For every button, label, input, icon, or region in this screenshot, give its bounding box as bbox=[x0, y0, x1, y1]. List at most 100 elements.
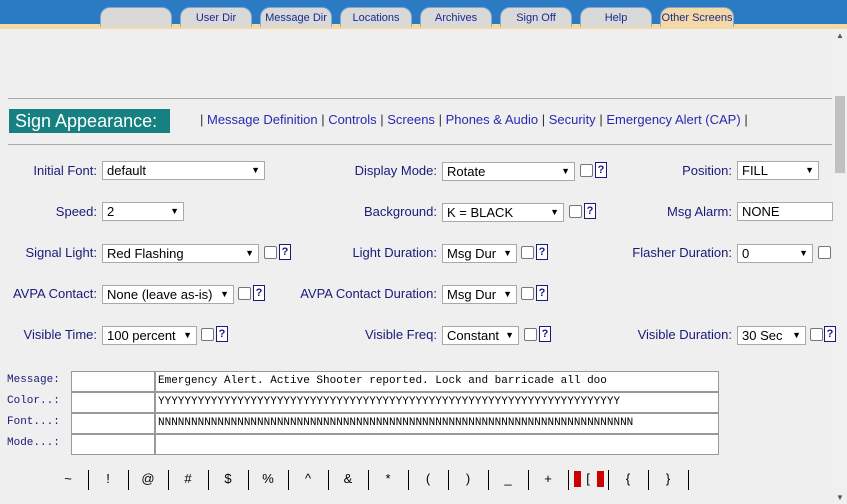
background-value: K = BLACK bbox=[447, 205, 514, 220]
avpa-contact-duration-value: Msg Dur bbox=[447, 287, 497, 302]
nav-message-definition[interactable]: Message Definition bbox=[207, 112, 318, 127]
tab-archives[interactable]: Archives bbox=[420, 7, 492, 27]
light-duration-help-icon[interactable]: ? bbox=[536, 244, 548, 260]
symbol-asterisk-button[interactable]: * bbox=[368, 468, 408, 490]
display-mode-label: Display Mode: bbox=[354, 163, 437, 178]
display-mode-select[interactable]: Rotate ▼ bbox=[442, 162, 575, 181]
tab-other-screens[interactable]: Other Screens bbox=[660, 7, 734, 27]
chevron-down-icon: ▼ bbox=[183, 330, 192, 340]
light-duration-checkbox[interactable] bbox=[521, 246, 534, 259]
chevron-down-icon: ▼ bbox=[170, 206, 179, 216]
background-checkbox[interactable] bbox=[569, 205, 582, 218]
symbol-dollar-button[interactable]: $ bbox=[208, 468, 248, 490]
chevron-down-icon: ▼ bbox=[251, 165, 260, 175]
avpa-contact-help-icon[interactable]: ? bbox=[253, 285, 265, 301]
signal-light-checkbox[interactable] bbox=[264, 246, 277, 259]
avpa-contact-duration-help-icon[interactable]: ? bbox=[536, 285, 548, 301]
chevron-down-icon: ▼ bbox=[550, 207, 559, 217]
symbol-lbrace-button[interactable]: { bbox=[608, 468, 648, 490]
avpa-contact-duration-checkbox[interactable] bbox=[521, 287, 534, 300]
avpa-contact-duration-label: AVPA Contact Duration: bbox=[300, 286, 437, 301]
flasher-duration-checkbox[interactable] bbox=[818, 246, 831, 259]
message-prefix-cell[interactable] bbox=[71, 371, 155, 392]
initial-font-label: Initial Font: bbox=[33, 163, 97, 178]
avpa-contact-duration-select[interactable]: Msg Dur ▼ bbox=[442, 285, 517, 304]
msg-alarm-value: NONE bbox=[742, 204, 780, 219]
visible-time-select[interactable]: 100 percent ▼ bbox=[102, 326, 197, 345]
signal-light-help-icon[interactable]: ? bbox=[279, 244, 291, 260]
color-label: Color..: bbox=[7, 395, 60, 407]
symbol-hash-button[interactable]: # bbox=[168, 468, 208, 490]
visible-duration-checkbox[interactable] bbox=[810, 328, 823, 341]
scroll-up-icon[interactable]: ▲ bbox=[836, 31, 844, 40]
message-text-input[interactable]: Emergency Alert. Active Shooter reported… bbox=[155, 371, 719, 392]
nav-phones-audio[interactable]: Phones & Audio bbox=[446, 112, 539, 127]
chevron-down-icon: ▼ bbox=[561, 166, 570, 176]
symbol-ampersand-button[interactable]: & bbox=[328, 468, 368, 490]
mode-text-input[interactable] bbox=[155, 434, 719, 455]
tab-blank[interactable] bbox=[100, 7, 172, 27]
visible-freq-help-icon[interactable]: ? bbox=[539, 326, 551, 342]
avpa-contact-label: AVPA Contact: bbox=[12, 286, 97, 301]
position-value: FILL bbox=[742, 163, 769, 178]
background-select[interactable]: K = BLACK ▼ bbox=[442, 203, 564, 222]
section-title: Sign Appearance: bbox=[9, 109, 170, 133]
chevron-down-icon: ▼ bbox=[792, 330, 801, 340]
symbol-rparen-button[interactable]: ) bbox=[448, 468, 488, 490]
avpa-contact-select[interactable]: None (leave as-is) ▼ bbox=[102, 285, 234, 304]
visible-duration-label: Visible Duration: bbox=[637, 327, 732, 342]
symbol-divider bbox=[688, 470, 689, 490]
nav-security[interactable]: Security bbox=[549, 112, 596, 127]
visible-freq-select[interactable]: Constant ▼ bbox=[442, 326, 519, 345]
nav-screens[interactable]: Screens bbox=[387, 112, 435, 127]
avpa-contact-value: None (leave as-is) bbox=[107, 287, 213, 302]
avpa-contact-checkbox[interactable] bbox=[238, 287, 251, 300]
tab-message-dir[interactable]: Message Dir bbox=[260, 7, 332, 27]
flasher-duration-select[interactable]: 0 ▼ bbox=[737, 244, 813, 263]
display-mode-help-icon[interactable]: ? bbox=[595, 162, 607, 178]
symbol-underscore-button[interactable]: _ bbox=[488, 468, 528, 490]
chevron-down-icon: ▼ bbox=[503, 248, 512, 258]
nav-controls[interactable]: Controls bbox=[328, 112, 376, 127]
symbol-percent-button[interactable]: % bbox=[248, 468, 288, 490]
display-mode-checkbox[interactable] bbox=[580, 164, 593, 177]
scroll-thumb[interactable] bbox=[835, 96, 845, 173]
vertical-scrollbar[interactable]: ▲ ▼ bbox=[833, 29, 847, 504]
symbol-at-button[interactable]: @ bbox=[128, 468, 168, 490]
visible-time-checkbox[interactable] bbox=[201, 328, 214, 341]
background-help-icon[interactable]: ? bbox=[584, 203, 596, 219]
visible-duration-select[interactable]: 30 Sec ▼ bbox=[737, 326, 806, 345]
symbol-plus-button[interactable]: + bbox=[528, 468, 568, 490]
tab-user-dir[interactable]: User Dir bbox=[180, 7, 252, 27]
signal-light-select[interactable]: Red Flashing ▼ bbox=[102, 244, 259, 263]
msg-alarm-field[interactable]: NONE bbox=[737, 202, 833, 221]
initial-font-select[interactable]: default ▼ bbox=[102, 161, 265, 180]
initial-font-value: default bbox=[107, 163, 147, 178]
visible-time-help-icon[interactable]: ? bbox=[216, 326, 228, 342]
symbol-caret-button[interactable]: ^ bbox=[288, 468, 328, 490]
symbol-tilde-button[interactable]: ~ bbox=[48, 468, 88, 490]
chevron-down-icon: ▼ bbox=[220, 289, 229, 299]
color-text-input[interactable]: YYYYYYYYYYYYYYYYYYYYYYYYYYYYYYYYYYYYYYYY… bbox=[155, 392, 719, 413]
nav-emergency-alert[interactable]: Emergency Alert (CAP) bbox=[606, 112, 740, 127]
speed-value: 2 bbox=[107, 204, 115, 219]
tab-locations[interactable]: Locations bbox=[340, 7, 412, 27]
mode-label: Mode...: bbox=[7, 437, 60, 449]
color-prefix-cell[interactable] bbox=[71, 392, 155, 413]
light-duration-select[interactable]: Msg Dur ▼ bbox=[442, 244, 517, 263]
scroll-down-icon[interactable]: ▼ bbox=[836, 493, 844, 502]
mode-prefix-cell[interactable] bbox=[71, 434, 155, 455]
speed-select[interactable]: 2 ▼ bbox=[102, 202, 184, 221]
tab-sign-off[interactable]: Sign Off bbox=[500, 7, 572, 27]
tab-help[interactable]: Help bbox=[580, 7, 652, 27]
font-text-input[interactable]: NNNNNNNNNNNNNNNNNNNNNNNNNNNNNNNNNNNNNNNN… bbox=[155, 413, 719, 434]
font-prefix-cell[interactable] bbox=[71, 413, 155, 434]
symbol-exclaim-button[interactable]: ! bbox=[88, 468, 128, 490]
visible-freq-checkbox[interactable] bbox=[524, 328, 537, 341]
bracket-left-red-icon bbox=[574, 471, 581, 487]
symbol-rbrace-button[interactable]: } bbox=[648, 468, 688, 490]
light-duration-label: Light Duration: bbox=[352, 245, 437, 260]
position-select[interactable]: FILL ▼ bbox=[737, 161, 819, 180]
visible-duration-help-icon[interactable]: ? bbox=[824, 326, 836, 342]
symbol-lparen-button[interactable]: ( bbox=[408, 468, 448, 490]
